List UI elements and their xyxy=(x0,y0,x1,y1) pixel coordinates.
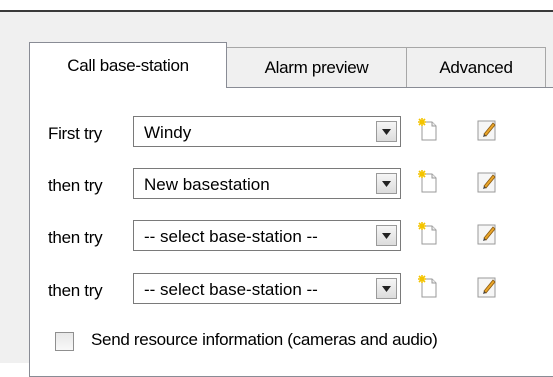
then-try-select-3[interactable]: -- select base-station -- xyxy=(133,273,401,304)
new-document-icon[interactable] xyxy=(417,275,439,299)
new-document-icon[interactable] xyxy=(417,222,439,246)
tab-call-base-station[interactable]: Call base-station xyxy=(29,42,227,88)
then-try-label: then try xyxy=(48,281,103,300)
then-try-label: then try xyxy=(48,228,103,247)
first-try-label: First try xyxy=(48,124,102,143)
pencil-edit-icon[interactable] xyxy=(476,118,498,142)
chevron-down-icon[interactable] xyxy=(376,278,397,299)
send-resource-label[interactable]: Send resource information (cameras and a… xyxy=(91,330,438,350)
pencil-edit-icon[interactable] xyxy=(476,275,498,299)
then-try-label: then try xyxy=(48,176,103,195)
chevron-down-icon[interactable] xyxy=(376,173,397,194)
chevron-down-icon[interactable] xyxy=(376,121,397,142)
then-try-value: New basestation xyxy=(144,175,270,194)
then-try-select-2[interactable]: -- select base-station -- xyxy=(133,220,401,251)
chevron-down-icon[interactable] xyxy=(376,225,397,246)
pencil-edit-icon[interactable] xyxy=(476,170,498,194)
then-try-select-1[interactable]: New basestation xyxy=(133,168,401,199)
tab-advanced[interactable]: Advanced xyxy=(406,47,546,87)
pencil-edit-icon[interactable] xyxy=(476,222,498,246)
tab-label: Advanced xyxy=(439,57,513,77)
then-try-value: -- select base-station -- xyxy=(144,280,318,299)
tab-alarm-preview[interactable]: Alarm preview xyxy=(226,47,407,87)
tab-label: Alarm preview xyxy=(264,57,369,77)
send-resource-checkbox[interactable] xyxy=(55,332,74,351)
new-document-icon[interactable] xyxy=(417,118,439,142)
first-try-select[interactable]: Windy xyxy=(133,116,401,147)
tab-label: Call base-station xyxy=(67,55,189,75)
then-try-value: -- select base-station -- xyxy=(144,227,318,246)
new-document-icon[interactable] xyxy=(417,170,439,194)
first-try-value: Windy xyxy=(144,123,192,142)
